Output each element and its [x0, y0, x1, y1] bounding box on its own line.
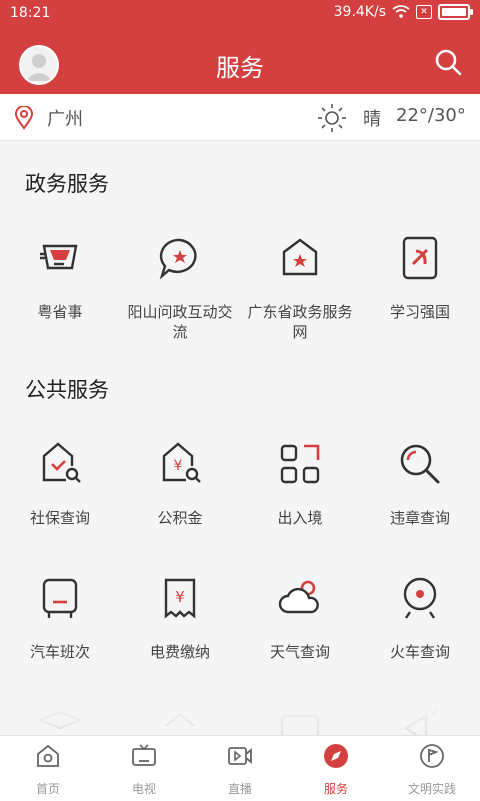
public-services-row-2: 汽车班次 ¥ 电费缴纳 天气查询 火车查询 [0, 574, 480, 662]
service-label: 公积金 [157, 509, 203, 527]
bill-yen-icon: ¥ [164, 578, 196, 619]
service-yangshan-wenzheng[interactable]: 阳山问政互动交流 [120, 234, 240, 342]
service-label: 学习强国 [389, 303, 450, 321]
battery-icon [438, 4, 473, 20]
network-speed: 39.4K/s [333, 4, 386, 20]
service-dianfei[interactable]: ¥ 电费缴纳 [120, 574, 240, 662]
tab-service[interactable]: 服务 [288, 736, 384, 801]
service-label: 社保查询 [29, 509, 90, 527]
location-weather-bar: 广州 晴 22°/30° [0, 94, 480, 141]
public-services-row-1: 社保查询 ¥ 公积金 出入境 违章查询 [0, 440, 480, 528]
location-pin-icon [14, 106, 34, 130]
service-label: 阳山问政互动交流 [127, 303, 233, 341]
service-label: 汽车班次 [29, 643, 90, 661]
tab-live[interactable]: 直播 [192, 736, 288, 801]
svg-text:¥: ¥ [174, 458, 183, 474]
service-label: 粤省事 [37, 303, 83, 321]
tab-label: 文明实践 [407, 782, 456, 796]
service-qiche-banci[interactable]: 汽车班次 [0, 574, 120, 662]
service-label: 违章查询 [389, 509, 450, 527]
service-huoche[interactable]: 火车查询 [360, 574, 480, 662]
xuexi-icon [402, 236, 438, 280]
status-time: 18:21 [10, 5, 51, 21]
tab-label: 直播 [227, 782, 252, 796]
tab-tv[interactable]: 电视 [96, 736, 192, 801]
service-yueshengshi[interactable]: 粤省事 [0, 234, 120, 342]
service-churujing[interactable]: 出入境 [240, 440, 360, 528]
tab-label: 首页 [35, 782, 60, 796]
passport-frames-icon [280, 444, 320, 484]
svg-text:¥: ¥ [175, 588, 185, 606]
scroll-fade [0, 700, 480, 736]
tab-label: 电视 [131, 782, 156, 796]
service-shebao[interactable]: 社保查询 [0, 440, 120, 528]
cloud-sun-icon [278, 580, 319, 614]
service-tianqi[interactable]: 天气查询 [240, 574, 360, 662]
house-yen-search-icon: ¥ [162, 442, 201, 483]
service-weizhang[interactable]: 违章查询 [360, 440, 480, 528]
home-icon [37, 744, 59, 767]
service-label: 天气查询 [269, 643, 330, 661]
tab-label: 服务 [323, 782, 348, 796]
section-title-public: 公共服务 [25, 378, 109, 402]
flag-icon [420, 744, 444, 768]
wifi-icon [392, 5, 410, 18]
compass-icon [324, 744, 348, 768]
tab-civilization[interactable]: 文明实践 [384, 736, 480, 801]
building-star-icon [282, 238, 318, 276]
city-name[interactable]: 广州 [47, 105, 83, 131]
weather-text: 晴 [363, 109, 381, 130]
search-icon[interactable] [434, 48, 462, 76]
tab-home[interactable]: 首页 [0, 736, 96, 801]
service-label: 广东省政务服务网 [247, 303, 353, 341]
app-header: 服务 [0, 26, 480, 102]
service-label: 电费缴纳 [149, 643, 210, 661]
bottom-tab-bar: 首页 电视 直播 服务 文明实践 [0, 735, 480, 801]
section-title-government: 政务服务 [25, 172, 109, 196]
temperature: 22°/30° [396, 105, 466, 126]
chat-bubble-star-icon [159, 238, 197, 280]
status-bar: 18:21 39.4K/s ✕ [0, 0, 480, 26]
service-gd-zhengwu[interactable]: 广东省政务服务网 [240, 234, 360, 342]
house-check-search-icon [42, 442, 81, 483]
no-sim-icon: ✕ [416, 5, 432, 19]
government-services-grid: 粤省事 阳山问政互动交流 广东省政务服务网 学习强国 [0, 234, 480, 342]
video-icon [228, 747, 252, 765]
service-label: 火车查询 [389, 643, 450, 661]
bus-icon [42, 578, 78, 618]
train-icon [403, 577, 437, 619]
sun-icon [318, 104, 346, 132]
service-label: 出入境 [277, 509, 323, 527]
tv-icon [132, 744, 156, 766]
service-gongjijin[interactable]: ¥ 公积金 [120, 440, 240, 528]
yueshengshi-icon [40, 244, 78, 270]
service-xuexi-qiangguo[interactable]: 学习强国 [360, 234, 480, 342]
magnifier-icon [400, 444, 440, 484]
page-title: 服务 [216, 54, 264, 82]
